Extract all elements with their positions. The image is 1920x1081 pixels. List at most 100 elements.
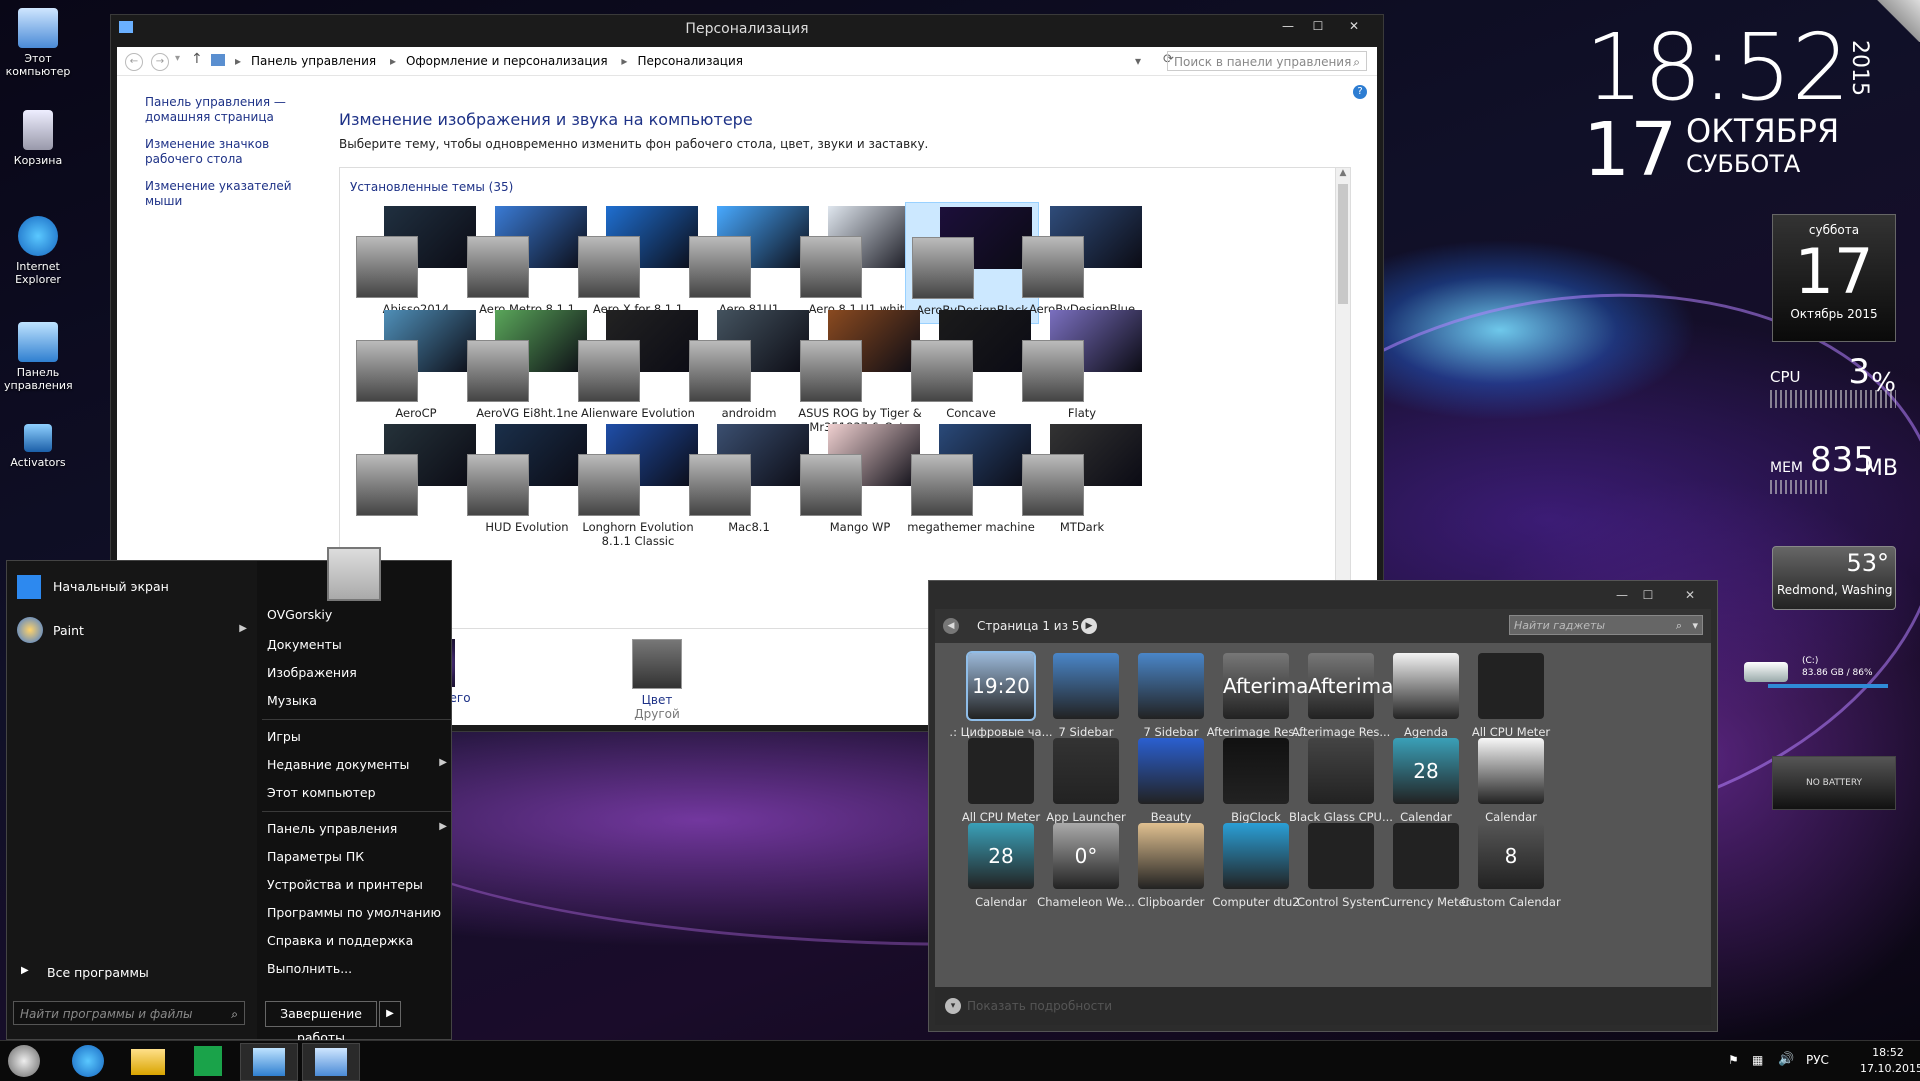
all-programs-button[interactable]: ▶ Все программы	[17, 961, 247, 985]
search-icon[interactable]: ⌕	[1353, 52, 1360, 72]
paint-icon	[17, 617, 43, 643]
link-change-mouse-pointers[interactable]: Изменение указателей мыши	[145, 179, 315, 209]
search-input[interactable]: Поиск в панели управления ⌕	[1167, 51, 1367, 71]
volume-icon[interactable]: 🔊	[1778, 1052, 1794, 1067]
shutdown-button[interactable]: Завершение работы	[265, 1001, 377, 1045]
minimize-button[interactable]: —	[1273, 15, 1303, 37]
start-right-item[interactable]: Документы	[267, 637, 447, 652]
theme-item[interactable]: MTDark	[1016, 420, 1148, 540]
start-right-item[interactable]: Устройства и принтеры	[267, 877, 447, 892]
drive-gadget[interactable]: (C:) 83.86 GB / 86%	[1744, 656, 1904, 696]
start-right-item[interactable]: Параметры ПК	[267, 849, 447, 864]
desktop-icon-control-panel[interactable]: Панель управления	[4, 322, 73, 392]
start-right-item[interactable]: Этот компьютер	[267, 785, 447, 800]
breadcrumb-item[interactable]: Оформление и персонализация	[406, 54, 608, 68]
window-titlebar[interactable]: Персонализация — ☐ ✕	[111, 15, 1383, 43]
network-icon[interactable]: ▦	[1752, 1053, 1763, 1067]
gadget-item[interactable]: All CPU Meter	[1459, 653, 1563, 739]
theme-thumbnail	[1022, 424, 1142, 516]
start-search-input[interactable]: Найти программы и файлы ⌕	[13, 1001, 245, 1025]
theme-color-swatch	[689, 236, 751, 298]
weather-temp: 53°	[1846, 549, 1889, 577]
calendar-gadget[interactable]: суббота 17 Октябрь 2015	[1772, 214, 1896, 342]
scroll-up-icon[interactable]: ▲	[1336, 168, 1350, 182]
start-right-item-label: Музыка	[267, 693, 317, 708]
taskbar-control-panel-button[interactable]	[240, 1043, 298, 1081]
flag-icon[interactable]: ⚑	[1728, 1053, 1739, 1067]
gadget-preview-icon	[1478, 738, 1544, 804]
scroll-thumb[interactable]	[1338, 184, 1348, 304]
gadget-item[interactable]: 8 Custom Calendar	[1459, 823, 1563, 909]
recent-pages-dropdown[interactable]: ▾	[175, 53, 180, 64]
close-button[interactable]: ✕	[1339, 15, 1369, 37]
next-page-button[interactable]: ▶	[1081, 618, 1097, 634]
desktop-icon-recycle-bin[interactable]: Корзина	[4, 110, 72, 167]
themes-scrollbar[interactable]: ▲	[1335, 168, 1350, 628]
chevron-right-icon[interactable]: ▶	[439, 821, 447, 832]
start-item-paint[interactable]: Paint ▶	[13, 615, 251, 645]
start-right-item[interactable]: Программы по умолчанию	[267, 905, 447, 920]
desktop-icon-this-pc[interactable]: Этот компьютер	[4, 8, 72, 78]
start-right-item[interactable]: Выполнить...	[267, 961, 447, 976]
theme-color-swatch	[578, 454, 640, 516]
address-dropdown-icon[interactable]: ▾	[1135, 52, 1141, 70]
gadget-maximize-button[interactable]: ☐	[1633, 584, 1663, 606]
link-control-panel-home[interactable]: Панель управления — домашняя страница	[145, 95, 315, 125]
start-item-start-screen[interactable]: Начальный экран	[13, 573, 251, 601]
link-change-desktop-icons[interactable]: Изменение значков рабочего стола	[145, 137, 315, 167]
chevron-down-icon[interactable]: ▾	[945, 998, 961, 1014]
maximize-button[interactable]: ☐	[1303, 15, 1333, 37]
page-curl-icon[interactable]	[1868, 0, 1920, 42]
themes-list: Установленные темы (35) Abisso2014 Aero M…	[339, 167, 1351, 629]
show-details-bar[interactable]: ▾ Показать подробности	[935, 987, 1711, 1025]
avatar[interactable]	[327, 547, 381, 601]
start-right-item[interactable]: Музыка	[267, 693, 447, 708]
gadget-close-button[interactable]: ✕	[1675, 584, 1705, 606]
start-right-item[interactable]: Изображения	[267, 665, 447, 680]
shutdown-options-button[interactable]: ▶	[379, 1001, 401, 1027]
search-icon[interactable]: ⌕	[231, 1002, 238, 1026]
start-right-item-label: Программы по умолчанию	[267, 905, 441, 920]
start-item-user[interactable]: OVGorskiy	[267, 607, 332, 622]
memory-meter-gadget[interactable]: MEM 835 MB	[1770, 440, 1900, 500]
prev-page-button[interactable]: ◀	[943, 618, 959, 634]
taskbar-clock[interactable]: 18:52 17.10.2015	[1860, 1045, 1920, 1077]
gadget-item[interactable]: Calendar	[1459, 738, 1563, 824]
color-item[interactable]: Цвет Другой	[617, 639, 697, 721]
taskbar-store-button[interactable]	[180, 1043, 236, 1079]
desktop-icon-internet-explorer[interactable]: Internet Explorer	[4, 216, 72, 286]
chevron-right-icon[interactable]: ▶	[439, 757, 447, 768]
breadcrumb[interactable]: ▸ Панель управления ▸ Оформление и персона…	[235, 52, 1157, 70]
start-right-item[interactable]: Справка и поддержка	[267, 933, 447, 948]
theme-item[interactable]: Flaty	[1016, 306, 1148, 426]
search-icon[interactable]: ⌕	[1676, 616, 1682, 636]
start-left-pane: Начальный экран Paint ▶ ▶ Все программы …	[7, 561, 257, 1039]
desktop-icon-activators[interactable]: Activators	[4, 424, 72, 469]
weather-gadget[interactable]: 53° Redmond, Washing	[1772, 546, 1896, 610]
up-button[interactable]: ↑	[191, 51, 203, 67]
forward-button[interactable]: →	[151, 53, 169, 71]
breadcrumb-item[interactable]: Панель управления	[251, 54, 376, 68]
theme-thumbnail	[467, 424, 587, 516]
gadget-search-input[interactable]: Найти гаджеты ⌕ ▾	[1509, 615, 1703, 635]
start-right-item[interactable]: Игры	[267, 729, 447, 744]
gadget-toolbar: ◀ Страница 1 из 5 ▶ Найти гаджеты ⌕ ▾	[935, 609, 1711, 643]
battery-gadget[interactable]: NO BATTERY	[1772, 756, 1896, 810]
language-indicator[interactable]: РУС	[1806, 1053, 1829, 1067]
search-dropdown-icon[interactable]: ▾	[1692, 616, 1698, 636]
back-button[interactable]: ←	[125, 53, 143, 71]
gadget-preview-icon: 0°	[1053, 823, 1119, 889]
taskbar-ie-button[interactable]	[60, 1043, 116, 1079]
theme-item[interactable]: AeroByDesignBlue	[1016, 202, 1148, 322]
help-icon[interactable]: ?	[1353, 85, 1367, 99]
start-right-item[interactable]: Панель управления ▶	[267, 821, 447, 836]
start-right-item[interactable]: Недавние документы ▶	[267, 757, 447, 772]
breadcrumb-item[interactable]: Персонализация	[637, 54, 743, 68]
cpu-meter-gadget[interactable]: CPU 3 %	[1770, 352, 1900, 422]
gadget-preview-icon	[1053, 653, 1119, 719]
taskbar-explorer-button[interactable]	[120, 1043, 176, 1079]
start-button[interactable]	[6, 1043, 46, 1079]
chevron-right-icon[interactable]: ▶	[239, 623, 247, 634]
taskbar-gadgets-button[interactable]	[302, 1043, 360, 1081]
theme-color-swatch	[911, 340, 973, 402]
